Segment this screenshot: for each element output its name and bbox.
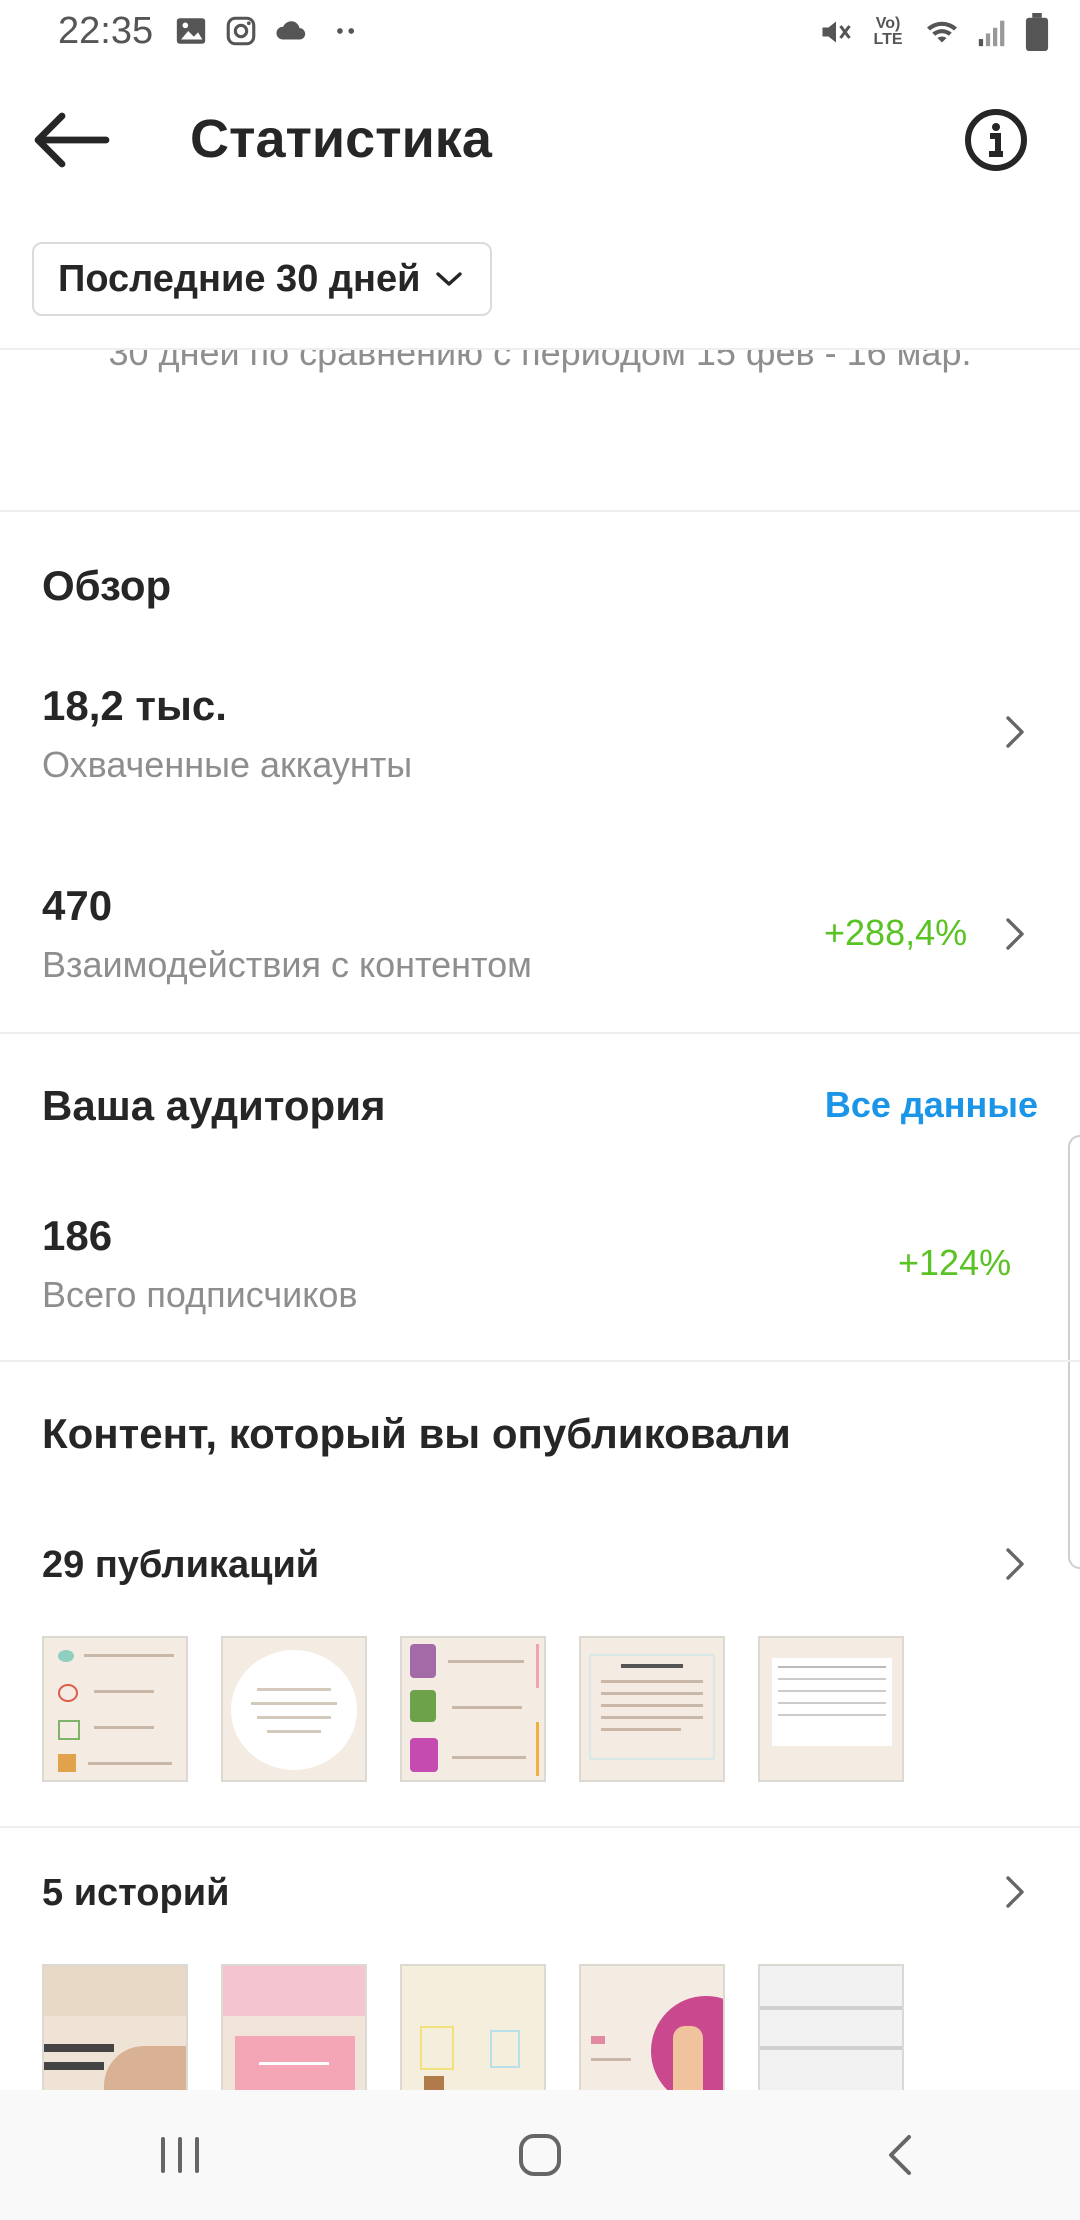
volte-label: Vo) LTE — [873, 15, 903, 48]
followers-row: 186 Всего подписчиков +124% — [0, 1190, 1080, 1330]
story-thumbnail[interactable] — [400, 1964, 546, 2094]
instagram-icon — [226, 16, 256, 46]
period-dropdown[interactable]: Последние 30 дней — [32, 242, 492, 316]
chevron-right-icon — [1006, 918, 1024, 950]
cloud-icon — [276, 21, 306, 40]
page-title: Статистика — [190, 109, 492, 169]
metric-interactions-row[interactable]: 470 Взаимодействия с контентом +288,4% — [0, 860, 1080, 1000]
content-title: Контент, который вы опубликовали — [42, 1410, 791, 1457]
home-icon — [519, 2134, 561, 2176]
more-dots-icon — [337, 28, 355, 34]
post-thumbnail[interactable] — [221, 1636, 367, 1782]
chevron-right-icon — [1006, 1548, 1024, 1580]
signal-icon — [978, 20, 1005, 47]
posts-thumbnails — [42, 1636, 904, 1782]
post-thumbnail[interactable] — [579, 1636, 725, 1782]
posts-label: 29 публикаций — [42, 1544, 320, 1586]
interactions-value: 470 — [42, 882, 113, 929]
followers-value: 186 — [42, 1212, 113, 1259]
stories-thumbnails — [42, 1964, 904, 2094]
volte-icon: Vo) LTE — [868, 16, 908, 48]
interactions-change: +288,4% — [824, 912, 968, 953]
audience-title: Ваша аудитория — [42, 1082, 386, 1129]
story-thumbnail[interactable] — [579, 1964, 725, 2094]
reach-value: 18,2 тыс. — [42, 682, 227, 729]
chevron-down-icon — [436, 272, 463, 286]
status-right-icons: Vo) LTE — [818, 10, 1050, 54]
recent-apps-button[interactable] — [120, 2105, 240, 2205]
home-button[interactable] — [480, 2105, 600, 2205]
header: Статистика — [0, 70, 1080, 210]
stories-label: 5 историй — [42, 1872, 230, 1914]
metric-reach-row[interactable]: 18,2 тыс. Охваченные аккаунты — [0, 660, 1080, 800]
battery-icon — [1025, 13, 1049, 51]
divider — [0, 510, 1080, 512]
stories-row[interactable]: 5 историй — [0, 1858, 1080, 1928]
status-time: 22:35 — [58, 10, 154, 52]
chevron-right-icon — [1006, 716, 1024, 748]
followers-label: Всего подписчиков — [42, 1274, 358, 1315]
mute-icon — [822, 21, 851, 43]
image-icon — [176, 18, 206, 44]
scroll-indicator[interactable] — [1068, 1135, 1080, 1569]
all-data-link[interactable]: Все данные — [825, 1084, 1038, 1126]
post-thumbnail[interactable] — [42, 1636, 188, 1782]
story-thumbnail[interactable] — [758, 1964, 904, 2094]
reach-label: Охваченные аккаунты — [42, 744, 413, 785]
divider — [0, 1032, 1080, 1034]
story-thumbnail[interactable] — [221, 1964, 367, 2094]
divider — [0, 1360, 1080, 1362]
recent-apps-icon — [161, 2137, 199, 2173]
post-thumbnail[interactable] — [400, 1636, 546, 1782]
period-label: Последние 30 дней — [58, 257, 421, 300]
overview-title: Обзор — [42, 562, 172, 609]
divider — [0, 1826, 1080, 1828]
header-divider — [0, 348, 1080, 350]
system-navbar — [0, 2090, 1080, 2220]
interactions-label: Взаимодействия с контентом — [42, 944, 532, 985]
system-back-icon — [889, 2135, 911, 2175]
post-thumbnail[interactable] — [758, 1636, 904, 1782]
system-back-button[interactable] — [840, 2105, 960, 2205]
story-thumbnail[interactable] — [42, 1964, 188, 2094]
status-bar: 22:35 Vo) LTE — [0, 0, 1080, 70]
info-icon[interactable] — [964, 108, 1028, 172]
chevron-right-icon — [1006, 1876, 1024, 1908]
back-arrow-icon[interactable] — [30, 108, 110, 172]
followers-change: +124% — [898, 1242, 1012, 1283]
wifi-icon — [927, 21, 957, 43]
posts-row[interactable]: 29 публикаций — [0, 1530, 1080, 1600]
